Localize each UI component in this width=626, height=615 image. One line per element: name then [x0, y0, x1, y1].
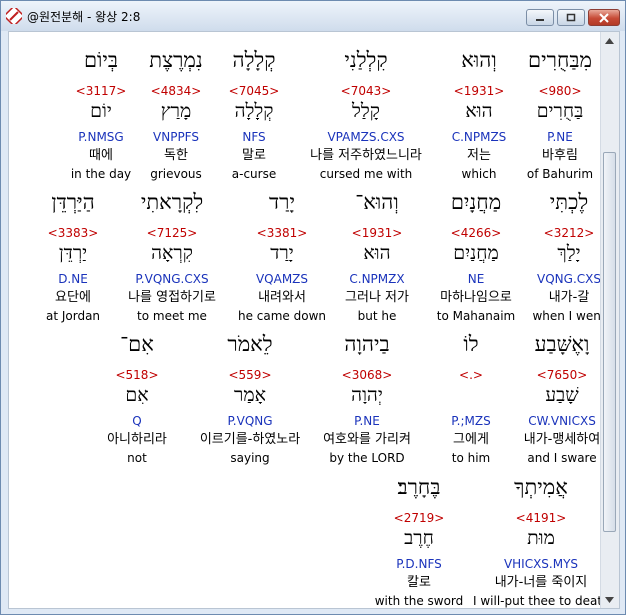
- parse-code: P.D.NFS: [396, 557, 442, 571]
- hebrew-word: אִם־: [120, 332, 154, 356]
- korean-gloss: 아니하리라: [107, 432, 167, 447]
- korean-gloss: 때에: [89, 148, 113, 163]
- hebrew-lemma: חֶרֶב: [404, 527, 434, 549]
- korean-gloss: 내려와서: [258, 290, 306, 305]
- close-icon: [599, 12, 609, 23]
- strong-number[interactable]: <7043>: [304, 85, 428, 97]
- scroll-up-button[interactable]: [601, 32, 618, 49]
- hebrew-word: קִלְלַנִי: [344, 48, 388, 72]
- hebrew-lemma: אִם: [125, 384, 149, 406]
- hebrew-word: וְהוּא: [461, 48, 497, 72]
- close-button[interactable]: [588, 9, 620, 26]
- english-gloss: which: [461, 167, 497, 181]
- strong-number[interactable]: <3383>: [11, 227, 135, 239]
- scroll-down-button[interactable]: [601, 591, 618, 608]
- parse-code: VPAMZS.CXS: [327, 130, 405, 144]
- english-gloss: not: [127, 451, 147, 465]
- word-analysis-grid: מִבַּחֻרִים <980> בַּחֻרִים P.NE 바후림 of …: [9, 32, 610, 608]
- parse-code: P.VQNG: [227, 414, 273, 428]
- english-gloss: he came down: [237, 309, 327, 323]
- hebrew-word: בַיהוָה: [344, 332, 390, 356]
- english-gloss: I will-put thee to death: [473, 594, 610, 608]
- down-arrow-icon: [605, 596, 614, 603]
- korean-gloss: 저는: [467, 148, 491, 163]
- content-area: מִבַּחֻרִים <980> בַּחֻרִים P.NE 바후림 of …: [8, 31, 620, 609]
- scrollbar-thumb[interactable]: [603, 152, 616, 532]
- hebrew-word: אֲמִיתְךָ: [514, 475, 568, 499]
- korean-gloss: 칼로: [407, 575, 431, 590]
- hebrew-word: בֶּחָרֶב׃: [397, 475, 441, 499]
- english-gloss: by the LORD: [329, 451, 405, 465]
- hebrew-word: הַיַּרְדֵּן: [51, 190, 95, 214]
- hebrew-lemma: יוֹם: [90, 100, 112, 122]
- english-gloss: cursed me with: [319, 167, 413, 181]
- korean-gloss: 나를 저주하였느니라: [310, 148, 422, 163]
- hebrew-lemma: מוּת: [527, 527, 555, 549]
- parse-code: Q: [132, 414, 142, 428]
- title-bar: @원전분해 - 왕상 2:8: [1, 1, 625, 31]
- parse-code: P.NE: [354, 414, 380, 428]
- english-gloss: with the sword: [374, 594, 464, 608]
- maximize-icon: [566, 13, 576, 21]
- korean-gloss: 내가-너를 죽이지: [494, 575, 588, 590]
- hebrew-word: לֵאמֹר: [227, 332, 273, 356]
- minimize-button[interactable]: [526, 9, 554, 26]
- parse-code: D.NE: [58, 272, 88, 286]
- parse-code: VHICXS.MYS: [503, 557, 579, 571]
- hebrew-word: יָרַד: [269, 190, 295, 214]
- strong-number[interactable]: <518>: [75, 369, 199, 381]
- hebrew-lemma: אָמַר: [234, 384, 266, 406]
- strong-number[interactable]: <3117>: [39, 85, 163, 97]
- english-gloss: in the day: [70, 167, 132, 181]
- korean-gloss: 여호와를 가리켜: [323, 432, 411, 447]
- parse-code: C.NPMZS: [451, 130, 507, 144]
- hebrew-lemma: יָרַד: [270, 242, 294, 264]
- vertical-scrollbar[interactable]: [600, 32, 619, 608]
- app-window: @원전분해 - 왕상 2:8 מִבַּחֻרִים <980> בַּחֻרִ…: [0, 0, 626, 615]
- minimize-icon: [536, 18, 544, 21]
- parse-code: P.NMSG: [78, 130, 124, 144]
- hebrew-lemma: יְהוָה: [351, 384, 383, 406]
- english-gloss: saying: [230, 451, 270, 465]
- strong-number[interactable]: <2719>: [357, 512, 481, 524]
- english-gloss: at Jordan: [45, 309, 101, 323]
- up-arrow-icon: [605, 37, 614, 44]
- hebrew-lemma: הוּא: [465, 100, 493, 122]
- strong-number[interactable]: <3381>: [220, 227, 344, 239]
- window-title: @원전분해 - 왕상 2:8: [27, 10, 141, 24]
- maximize-button[interactable]: [557, 9, 585, 26]
- hebrew-lemma: יַרְדֵּן: [58, 242, 88, 264]
- strong-number[interactable]: <1931>: [417, 85, 541, 97]
- strong-number[interactable]: <4191>: [473, 512, 609, 524]
- hebrew-word: בְּיוֹם: [83, 48, 119, 72]
- korean-gloss: 요단에: [55, 290, 91, 305]
- parse-code: VQAMZS: [255, 272, 309, 286]
- app-icon[interactable]: [3, 5, 25, 27]
- strong-number[interactable]: <3068>: [305, 369, 429, 381]
- hebrew-lemma: קָלַל: [352, 100, 380, 122]
- korean-gloss: 이르기를-하였노라: [199, 432, 301, 447]
- strong-number[interactable]: <559>: [188, 369, 312, 381]
